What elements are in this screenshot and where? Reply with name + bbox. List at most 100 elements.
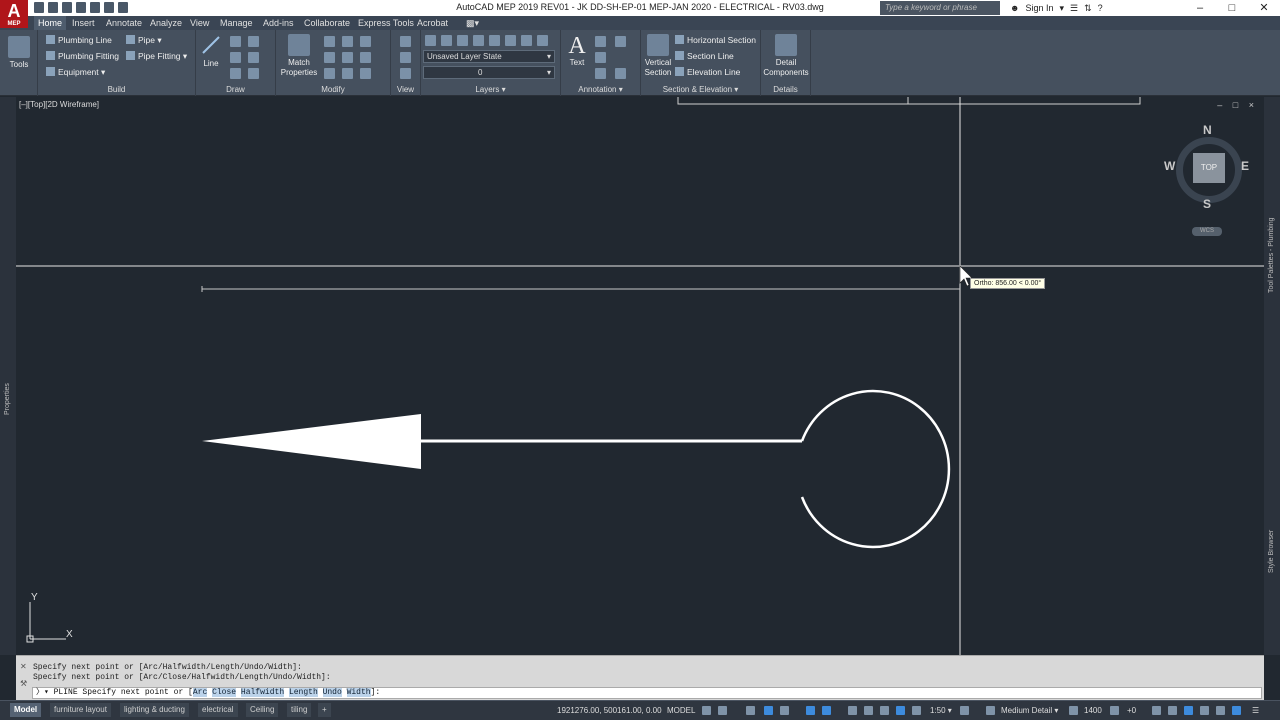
coordinates-readout[interactable]: 1921276.00, 500161.00, 0.00	[557, 704, 662, 718]
view-window-icon[interactable]	[400, 52, 411, 63]
surface-hatch-icon[interactable]	[1110, 706, 1119, 715]
search-input[interactable]: Type a keyword or phrase	[880, 1, 1000, 15]
stretch-icon[interactable]	[324, 68, 335, 79]
osnap-icon[interactable]	[822, 706, 831, 715]
tab-home[interactable]: Home	[34, 16, 67, 30]
isolate-objects-icon[interactable]	[1152, 706, 1161, 715]
layout-tab-model[interactable]: Model	[10, 703, 42, 717]
ribbon-toggle-icon[interactable]: ▩▾	[462, 16, 483, 30]
option-undo[interactable]: Undo	[322, 688, 342, 697]
units-icon[interactable]	[1200, 706, 1209, 715]
minimize-button[interactable]: –	[1184, 0, 1216, 16]
drawing-canvas[interactable]	[16, 97, 1264, 655]
option-halfwidth[interactable]: Halfwidth	[240, 688, 285, 697]
tab-analyze[interactable]: Analyze	[146, 16, 186, 30]
style-browser-tab[interactable]: Style Browser	[1268, 530, 1275, 573]
modify-panel-label[interactable]: Modify	[276, 85, 390, 94]
tool-palettes-tab[interactable]: Tool Palettes - Plumbing	[1268, 218, 1275, 293]
layout-tab-furniture[interactable]: furniture layout	[50, 703, 111, 717]
tab-annotate[interactable]: Annotate	[102, 16, 146, 30]
transparency-icon[interactable]	[864, 706, 873, 715]
tab-view[interactable]: View	[186, 16, 213, 30]
ellipse-icon[interactable]	[248, 52, 259, 63]
polar-icon[interactable]	[764, 706, 773, 715]
equipment-button[interactable]: Equipment ▾	[46, 65, 105, 79]
tag-icon[interactable]	[595, 52, 606, 63]
exchange-icon[interactable]: ⇅	[1084, 0, 1092, 16]
annotation-scale-dropdown[interactable]: 1:50 ▾	[930, 704, 952, 718]
close-icon[interactable]: ✕	[20, 662, 30, 671]
polyline-icon[interactable]	[230, 36, 241, 47]
leader-icon[interactable]	[615, 36, 626, 47]
osnap-tracking-icon[interactable]	[806, 706, 815, 715]
tab-acrobat[interactable]: Acrobat	[413, 16, 452, 30]
cut-plane-icon[interactable]	[986, 706, 995, 715]
layout-tab-ceiling[interactable]: Ceiling	[246, 703, 279, 717]
command-input[interactable]: 〉▾ PLINE Specify next point or [Arc Clos…	[32, 687, 1262, 699]
layer-states-icon[interactable]	[537, 35, 548, 46]
build-panel-label[interactable]: Build	[38, 85, 195, 94]
draw-panel-label[interactable]: Draw	[196, 85, 275, 94]
user-icon[interactable]: ☻	[1010, 0, 1019, 16]
layout-tab-tiling[interactable]: tiling	[287, 703, 312, 717]
layer-off-icon[interactable]	[441, 35, 452, 46]
move-icon[interactable]	[324, 36, 335, 47]
lineweight-icon[interactable]	[848, 706, 857, 715]
tab-express-tools[interactable]: Express Tools	[354, 16, 418, 30]
drawing-viewport[interactable]: Y X [–][Top][2D Wireframe] – □ × TOP N S…	[16, 97, 1264, 655]
option-length[interactable]: Length	[288, 688, 318, 697]
ortho-icon[interactable]	[746, 706, 755, 715]
properties-palette-tab[interactable]: Properties	[4, 383, 11, 415]
tools-button[interactable]: Tools	[4, 36, 34, 70]
scale-icon[interactable]	[342, 68, 353, 79]
line-button[interactable]: Line	[200, 34, 222, 69]
layer-properties-icon[interactable]	[425, 35, 436, 46]
cart-icon[interactable]: ☰	[1070, 0, 1078, 16]
plumbing-line-button[interactable]: Plumbing Line	[46, 33, 112, 47]
arc-icon[interactable]	[248, 36, 259, 47]
layer-lock-icon[interactable]	[489, 35, 500, 46]
rotate-icon[interactable]	[342, 36, 353, 47]
detail-components-button[interactable]: Detail Components	[763, 34, 809, 78]
option-width[interactable]: Width	[346, 688, 371, 697]
model-space-toggle[interactable]: MODEL	[667, 704, 695, 718]
tab-manage[interactable]: Manage	[216, 16, 257, 30]
viewport-controls-label[interactable]: [–][Top][2D Wireframe]	[19, 100, 99, 109]
tab-collaborate[interactable]: Collaborate	[300, 16, 354, 30]
layer-freeze-icon[interactable]	[473, 35, 484, 46]
option-arc[interactable]: Arc	[192, 688, 208, 697]
section-line-button[interactable]: Section Line	[675, 49, 734, 63]
viewport-window-controls[interactable]: – □ ×	[1217, 100, 1258, 110]
layer-state-dropdown[interactable]: Unsaved Layer State	[423, 50, 555, 63]
mirror-icon[interactable]	[342, 52, 353, 63]
clean-screen-icon[interactable]	[1184, 706, 1193, 715]
view-grid-icon[interactable]	[400, 36, 411, 47]
section-panel-label[interactable]: Section & Elevation ▾	[641, 85, 760, 94]
plumbing-fitting-button[interactable]: Plumbing Fitting	[46, 49, 119, 63]
current-layer-dropdown[interactable]: 0	[423, 66, 555, 79]
elevation-icon[interactable]	[1069, 706, 1078, 715]
view-close-icon[interactable]	[400, 68, 411, 79]
layout-tab-electrical[interactable]: electrical	[198, 703, 238, 717]
circle-icon[interactable]	[230, 52, 241, 63]
isodraft-icon[interactable]	[780, 706, 789, 715]
horizontal-section-button[interactable]: Horizontal Section	[675, 33, 756, 47]
chevron-down-icon[interactable]: ▾	[1060, 0, 1065, 16]
fillet-icon[interactable]	[360, 52, 371, 63]
layers-panel-label[interactable]: Layers ▾	[421, 85, 560, 94]
compass-west[interactable]: W	[1164, 159, 1175, 173]
rectangle-icon[interactable]	[230, 68, 241, 79]
customization-menu-icon[interactable]: ☰	[1252, 704, 1259, 718]
elevation-line-button[interactable]: Elevation Line	[675, 65, 740, 79]
compass-north[interactable]: N	[1203, 123, 1212, 137]
text-button[interactable]: A Text	[565, 34, 589, 68]
app-logo[interactable]: A MEP	[0, 0, 28, 28]
selection-cycling-icon[interactable]	[880, 706, 889, 715]
trim-icon[interactable]	[360, 36, 371, 47]
annotation-panel-label[interactable]: Annotation ▾	[561, 85, 640, 94]
pipe-button[interactable]: Pipe ▾	[126, 33, 162, 47]
close-button[interactable]: ✕	[1248, 0, 1280, 16]
viewcube-top-face[interactable]: TOP	[1193, 153, 1225, 183]
lock-ui-icon[interactable]	[1232, 706, 1241, 715]
viewcube[interactable]: TOP N S E W	[1164, 123, 1254, 215]
